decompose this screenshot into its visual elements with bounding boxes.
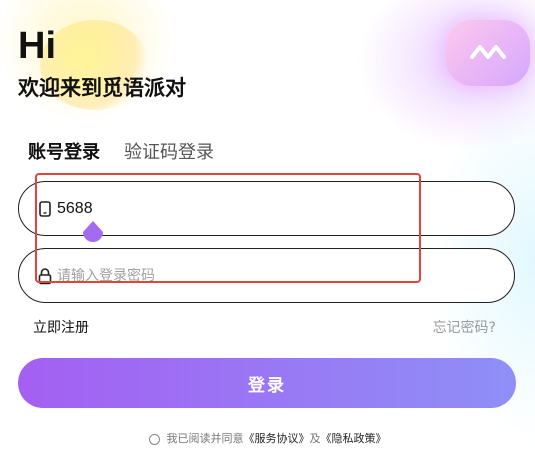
agreement-and: 及 — [309, 432, 321, 445]
lock-icon — [37, 267, 53, 285]
greeting-title: Hi — [18, 25, 56, 67]
agreement-prefix: 我已阅读并同意 — [166, 432, 244, 445]
sparkle-icon — [190, 42, 214, 66]
account-field[interactable] — [18, 181, 515, 236]
wave-logo-icon — [470, 45, 506, 59]
phone-icon — [37, 200, 53, 218]
agreement-row: 我已阅读并同意 《服务协议》 及 《隐私政策》 — [0, 430, 535, 448]
login-button[interactable]: 登录 — [18, 358, 516, 408]
app-logo-badge — [446, 20, 530, 86]
password-input[interactable] — [57, 267, 514, 284]
service-agreement-link[interactable]: 《服务协议》 — [244, 430, 310, 448]
password-field[interactable] — [18, 248, 515, 303]
login-tabs: 账号登录 验证码登录 — [28, 140, 214, 166]
account-input[interactable] — [57, 199, 514, 218]
welcome-title: 欢迎来到觅语派对 — [18, 76, 186, 100]
tab-account-login[interactable]: 账号登录 — [28, 140, 100, 166]
agreement-checkbox[interactable] — [148, 433, 160, 445]
tab-sms-login[interactable]: 验证码登录 — [124, 140, 214, 166]
privacy-policy-link[interactable]: 《隐私政策》 — [321, 430, 387, 448]
register-link[interactable]: 立即注册 — [33, 318, 89, 338]
forgot-password-link[interactable]: 忘记密码? — [433, 318, 496, 338]
